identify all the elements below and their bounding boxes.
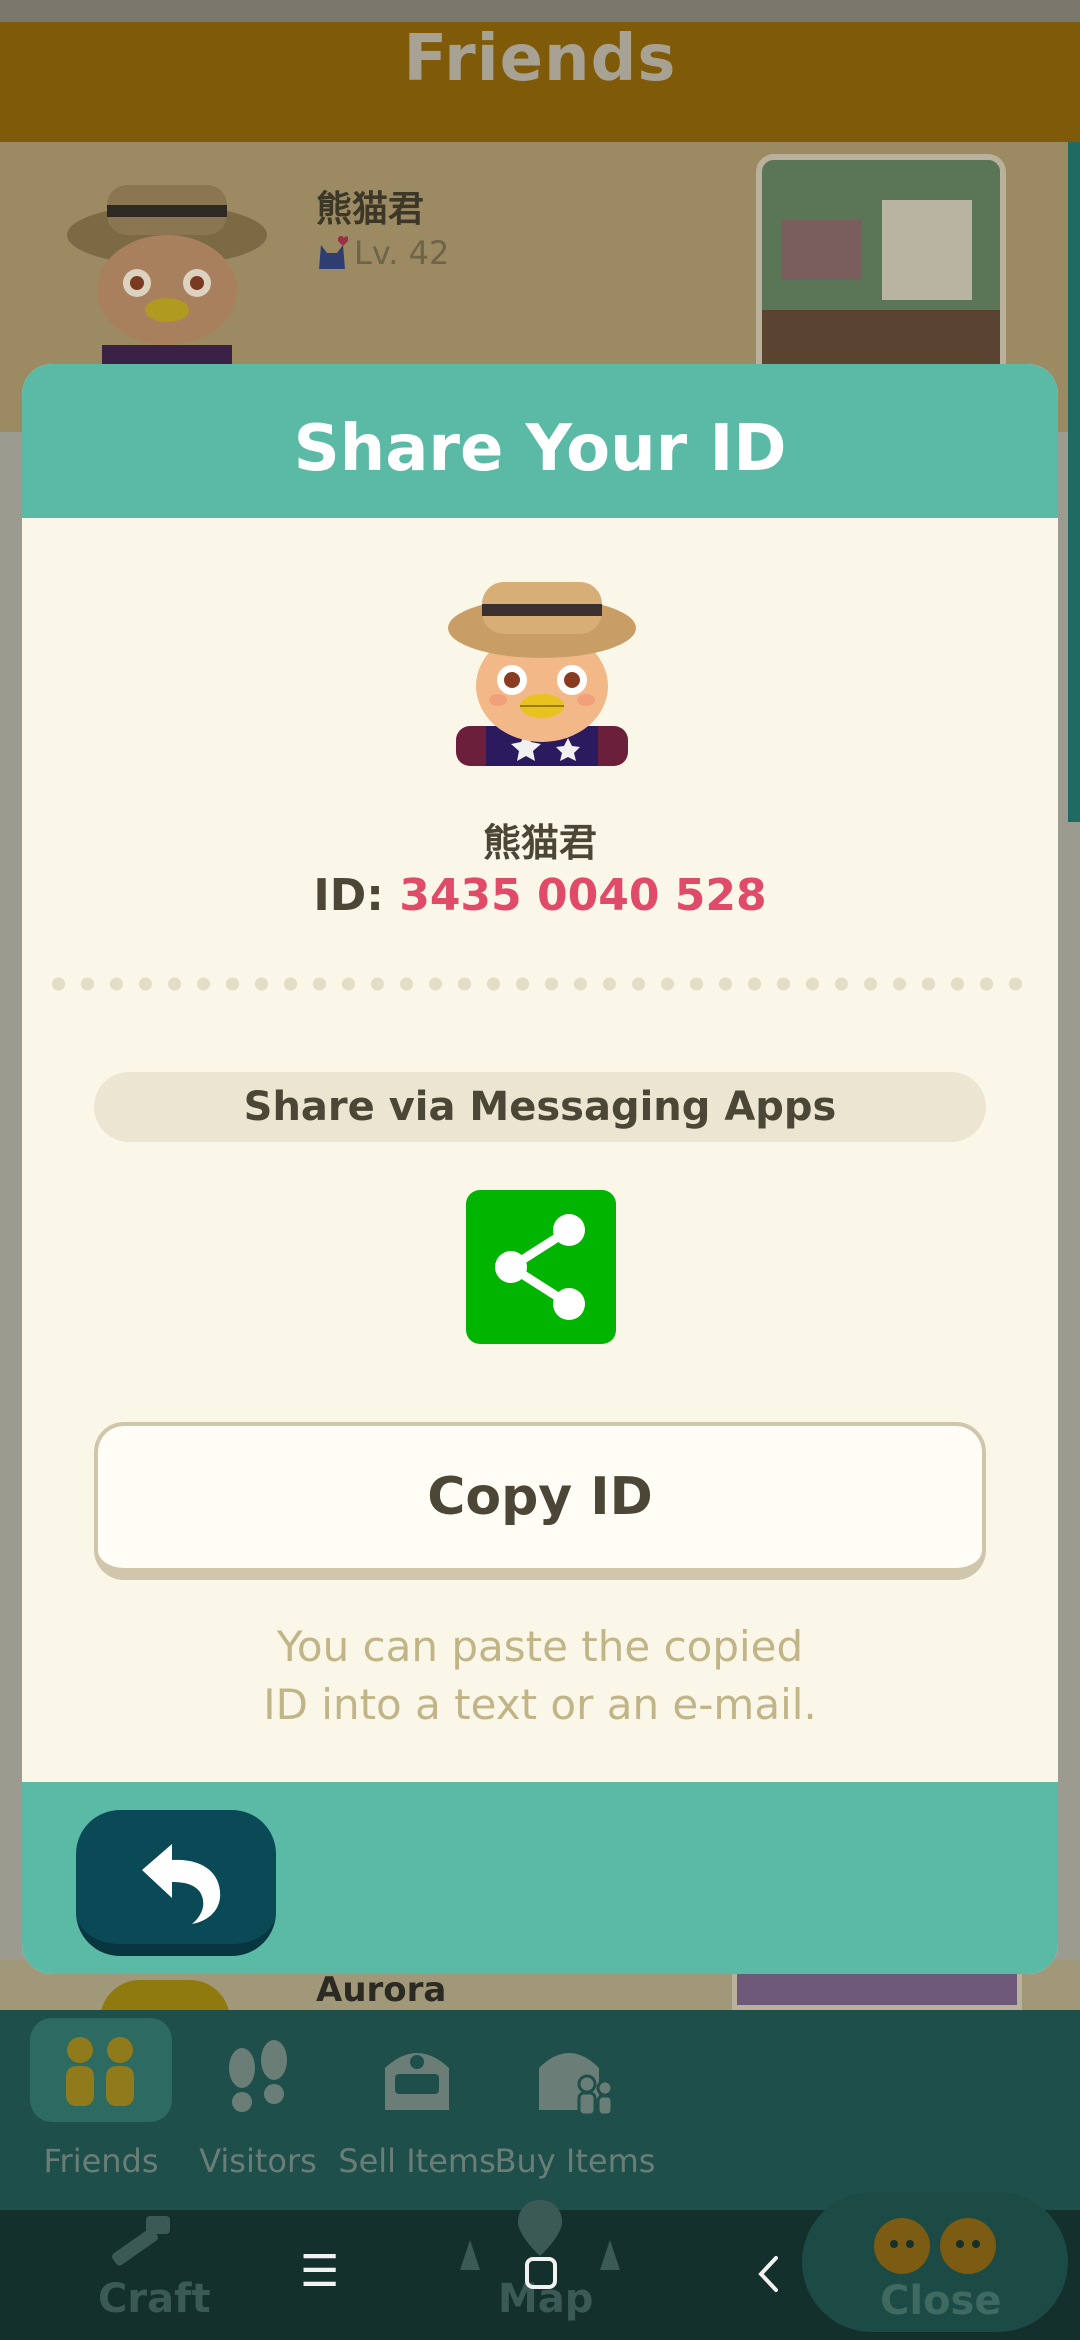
friend-avatar [67,185,267,375]
share-via-messaging-label: Share via Messaging Apps [94,1072,986,1142]
nav-craft[interactable]: Craft [98,2276,211,2322]
player-avatar [448,582,636,766]
close-villagers-icon [874,2218,996,2274]
friends-icon [66,2037,134,2106]
player-id-label: ID: [313,870,384,921]
tab-bar: Friends Visitors Sell Items Buy Items [0,2010,1080,2210]
dialog-title: Share Your ID [293,412,787,486]
share-icon [495,1214,585,1320]
share-button[interactable] [466,1190,616,1344]
scrollbar[interactable] [1068,142,1080,822]
cat-heart-icon [319,236,348,269]
copy-hint-text: You can paste the copied ID into a text … [263,1622,817,1729]
shop-people-icon [539,2053,614,2117]
tab-visitors[interactable]: Visitors [183,2018,333,2198]
share-id-dialog: Share Your ID 熊猫君 ID: 3435 0040 528 Shar… [22,364,1058,1974]
friend-2-name: Aurora [316,1970,447,2010]
dotted-divider [44,976,1036,992]
player-id-value: 3435 0040 528 [399,870,767,921]
friends-header-title: Friends [403,22,677,96]
player-id: ID: 3435 0040 528 [22,870,1058,921]
system-back-icon[interactable] [756,2254,780,2294]
system-recents-icon[interactable]: ☰ [300,2246,339,2297]
undo-arrow-icon [142,1844,221,1924]
friend-level: Lv. 42 [316,234,449,272]
dialog-header: Share Your ID [22,364,1058,518]
close-label: Close [880,2278,1002,2324]
craft-hammer-icon [112,2216,170,2266]
friend-campsite-thumbnail [756,154,1006,384]
player-name: 熊猫君 [482,821,597,865]
shop-bag-icon [385,2053,449,2110]
copy-id-button[interactable]: Copy ID [94,1422,986,1580]
tab-buy-items-label: Buy Items [494,2142,656,2180]
friend-level-text: Lv. 42 [354,234,450,272]
back-button[interactable] [76,1810,276,1956]
system-home-icon[interactable] [524,2256,558,2290]
footprints-icon [229,2040,287,2112]
tab-buy-items[interactable]: Buy Items [495,2018,655,2198]
tab-friends[interactable]: Friends [30,2018,172,2180]
tab-sell-items[interactable]: Sell Items [338,2018,496,2198]
friend-name: 熊猫君 [316,189,425,230]
